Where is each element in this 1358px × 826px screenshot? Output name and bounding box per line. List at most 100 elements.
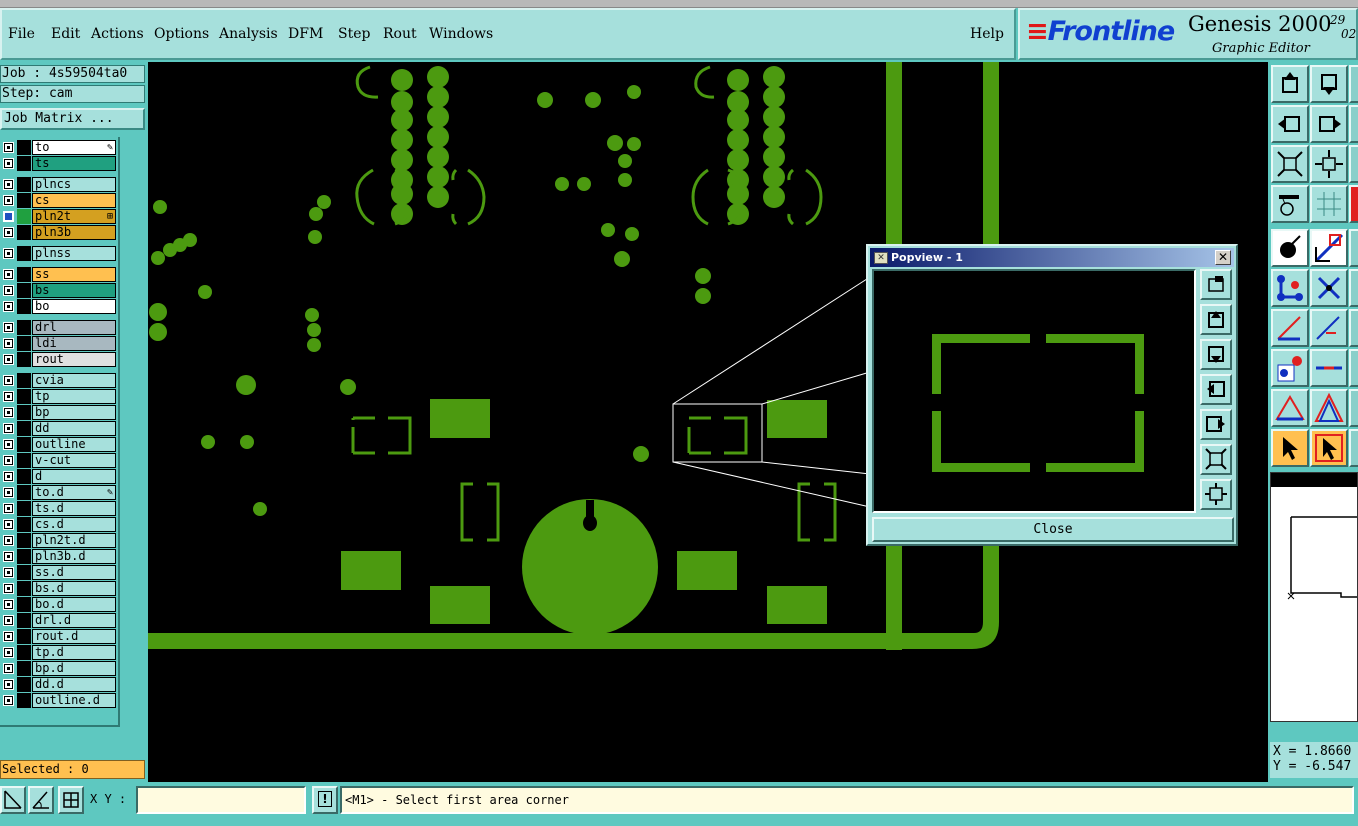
line-select-button[interactable]	[1310, 229, 1348, 267]
extra-tool-button-2[interactable]	[1349, 105, 1358, 143]
layer-row-dd[interactable]: dd	[0, 421, 116, 436]
layer-row-rout[interactable]: rout	[0, 352, 116, 367]
layer-name[interactable]: bs.d	[32, 581, 116, 596]
menu-file[interactable]: File	[8, 26, 35, 42]
layer-name[interactable]: tp.d	[32, 645, 116, 660]
layer-name[interactable]: bp.d	[32, 661, 116, 676]
layer-name[interactable]: plncs	[32, 177, 116, 192]
layer-row-ss[interactable]: ss	[0, 267, 116, 282]
layer-name[interactable]: cvia	[32, 373, 116, 388]
select-feature-button[interactable]	[1271, 229, 1309, 267]
layer-checkbox[interactable]	[3, 142, 14, 153]
layer-checkbox[interactable]	[3, 487, 14, 498]
menu-step[interactable]: Step	[338, 26, 370, 42]
layer-name[interactable]: rout.d	[32, 629, 116, 644]
layer-row-plncs[interactable]: plncs	[0, 177, 116, 192]
job-matrix-button[interactable]: Job Matrix ...	[0, 108, 145, 130]
pointer-select-tool-button[interactable]	[1310, 429, 1348, 467]
layer-checkbox[interactable]	[3, 354, 14, 365]
xy-input[interactable]	[136, 786, 306, 814]
layer-row-ts[interactable]: ts	[0, 156, 116, 171]
layer-checkbox[interactable]	[3, 679, 14, 690]
menu-rout[interactable]: Rout	[383, 26, 417, 42]
layer-name[interactable]: v-cut	[32, 453, 116, 468]
menu-analysis[interactable]: Analysis	[219, 26, 278, 42]
layer-checkbox[interactable]	[3, 211, 14, 222]
popview-zoom-in-button[interactable]	[1200, 479, 1232, 510]
layer-name[interactable]: ss	[32, 267, 116, 282]
layer-name[interactable]: dd	[32, 421, 116, 436]
layer-name[interactable]: bp	[32, 405, 116, 420]
pointer-tool-button[interactable]	[1271, 429, 1309, 467]
pan-right-tool-button[interactable]	[1310, 105, 1348, 143]
layer-row-pln2t[interactable]: pln2t ⊞	[0, 209, 116, 224]
angle-mode-button[interactable]	[28, 786, 54, 814]
extra-tool-button-7[interactable]	[1349, 309, 1358, 347]
slash-tool-button[interactable]	[1310, 309, 1348, 347]
layer-name[interactable]: tp	[32, 389, 116, 404]
layer-checkbox[interactable]	[3, 695, 14, 706]
cross-tool-button[interactable]	[1310, 269, 1348, 307]
extra-tool-button-4[interactable]	[1349, 185, 1358, 223]
extra-tool-button-5[interactable]	[1349, 229, 1358, 267]
layer-checkbox[interactable]	[3, 423, 14, 434]
triangle-tool-button[interactable]	[1271, 389, 1309, 427]
layer-name[interactable]: to.d ✎	[32, 485, 116, 500]
layer-row-bo-d[interactable]: bo.d	[0, 597, 116, 612]
snap-mode-button[interactable]	[0, 786, 26, 814]
layer-checkbox[interactable]	[3, 248, 14, 259]
layer-name[interactable]: pln2t.d	[32, 533, 116, 548]
layer-name[interactable]: outline.d	[32, 693, 116, 708]
message-button[interactable]: !	[312, 786, 338, 814]
layer-checkbox[interactable]	[3, 375, 14, 386]
pad-add-tool-button[interactable]	[1271, 349, 1309, 387]
layer-checkbox[interactable]	[3, 301, 14, 312]
layer-row-pln2t-d[interactable]: pln2t.d	[0, 533, 116, 548]
layer-checkbox[interactable]	[3, 471, 14, 482]
layer-checkbox[interactable]	[3, 158, 14, 169]
layer-row-bs-d[interactable]: bs.d	[0, 581, 116, 596]
layer-name[interactable]: plnss	[32, 246, 116, 261]
layer-name[interactable]: bs	[32, 283, 116, 298]
layer-name[interactable]: cs	[32, 193, 116, 208]
layer-checkbox[interactable]	[3, 647, 14, 658]
popview-canvas[interactable]	[872, 269, 1196, 513]
zoom-out-tool-button[interactable]	[1271, 145, 1309, 183]
layer-name[interactable]: pln3b.d	[32, 549, 116, 564]
popview-zoom-home-button[interactable]	[1200, 269, 1232, 300]
popview-close-icon[interactable]: ✕	[1215, 250, 1231, 265]
pan-down-tool-button[interactable]	[1310, 65, 1348, 103]
layer-row-cvia[interactable]: cvia	[0, 373, 116, 388]
menu-help[interactable]: Help	[970, 26, 1004, 42]
layer-checkbox[interactable]	[3, 583, 14, 594]
layer-name[interactable]: d	[32, 469, 116, 484]
grid-snap-button[interactable]	[58, 786, 84, 814]
layer-checkbox[interactable]	[3, 195, 14, 206]
layer-row-tp-d[interactable]: tp.d	[0, 645, 116, 660]
popview-close-button[interactable]: Close	[872, 517, 1234, 542]
layer-checkbox[interactable]	[3, 322, 14, 333]
layer-row-ldi[interactable]: ldi	[0, 336, 116, 351]
layer-checkbox[interactable]	[3, 631, 14, 642]
extra-tool-button-3[interactable]	[1349, 145, 1358, 183]
layer-row-cs-d[interactable]: cs.d	[0, 517, 116, 532]
extra-tool-button-9[interactable]	[1349, 389, 1358, 427]
extra-tool-button-10[interactable]	[1349, 429, 1358, 467]
layer-checkbox[interactable]	[3, 519, 14, 530]
layer-name[interactable]: rout	[32, 352, 116, 367]
popview-pan-down-button[interactable]	[1200, 339, 1232, 370]
layer-row-drl-d[interactable]: drl.d	[0, 613, 116, 628]
layer-row-v-cut[interactable]: v-cut	[0, 453, 116, 468]
layer-row-bs[interactable]: bs	[0, 283, 116, 298]
popview-pan-left-button[interactable]	[1200, 374, 1232, 405]
popview-pan-right-button[interactable]	[1200, 409, 1232, 440]
layer-row-tp[interactable]: tp	[0, 389, 116, 404]
layer-row-bo[interactable]: bo	[0, 299, 116, 314]
layer-checkbox[interactable]	[3, 599, 14, 610]
extra-tool-button-8[interactable]	[1349, 349, 1358, 387]
layer-checkbox[interactable]	[3, 535, 14, 546]
layer-row-plnss[interactable]: plnss	[0, 246, 116, 261]
extra-tool-button-1[interactable]	[1349, 65, 1358, 103]
layer-checkbox[interactable]	[3, 285, 14, 296]
layer-checkbox[interactable]	[3, 391, 14, 402]
